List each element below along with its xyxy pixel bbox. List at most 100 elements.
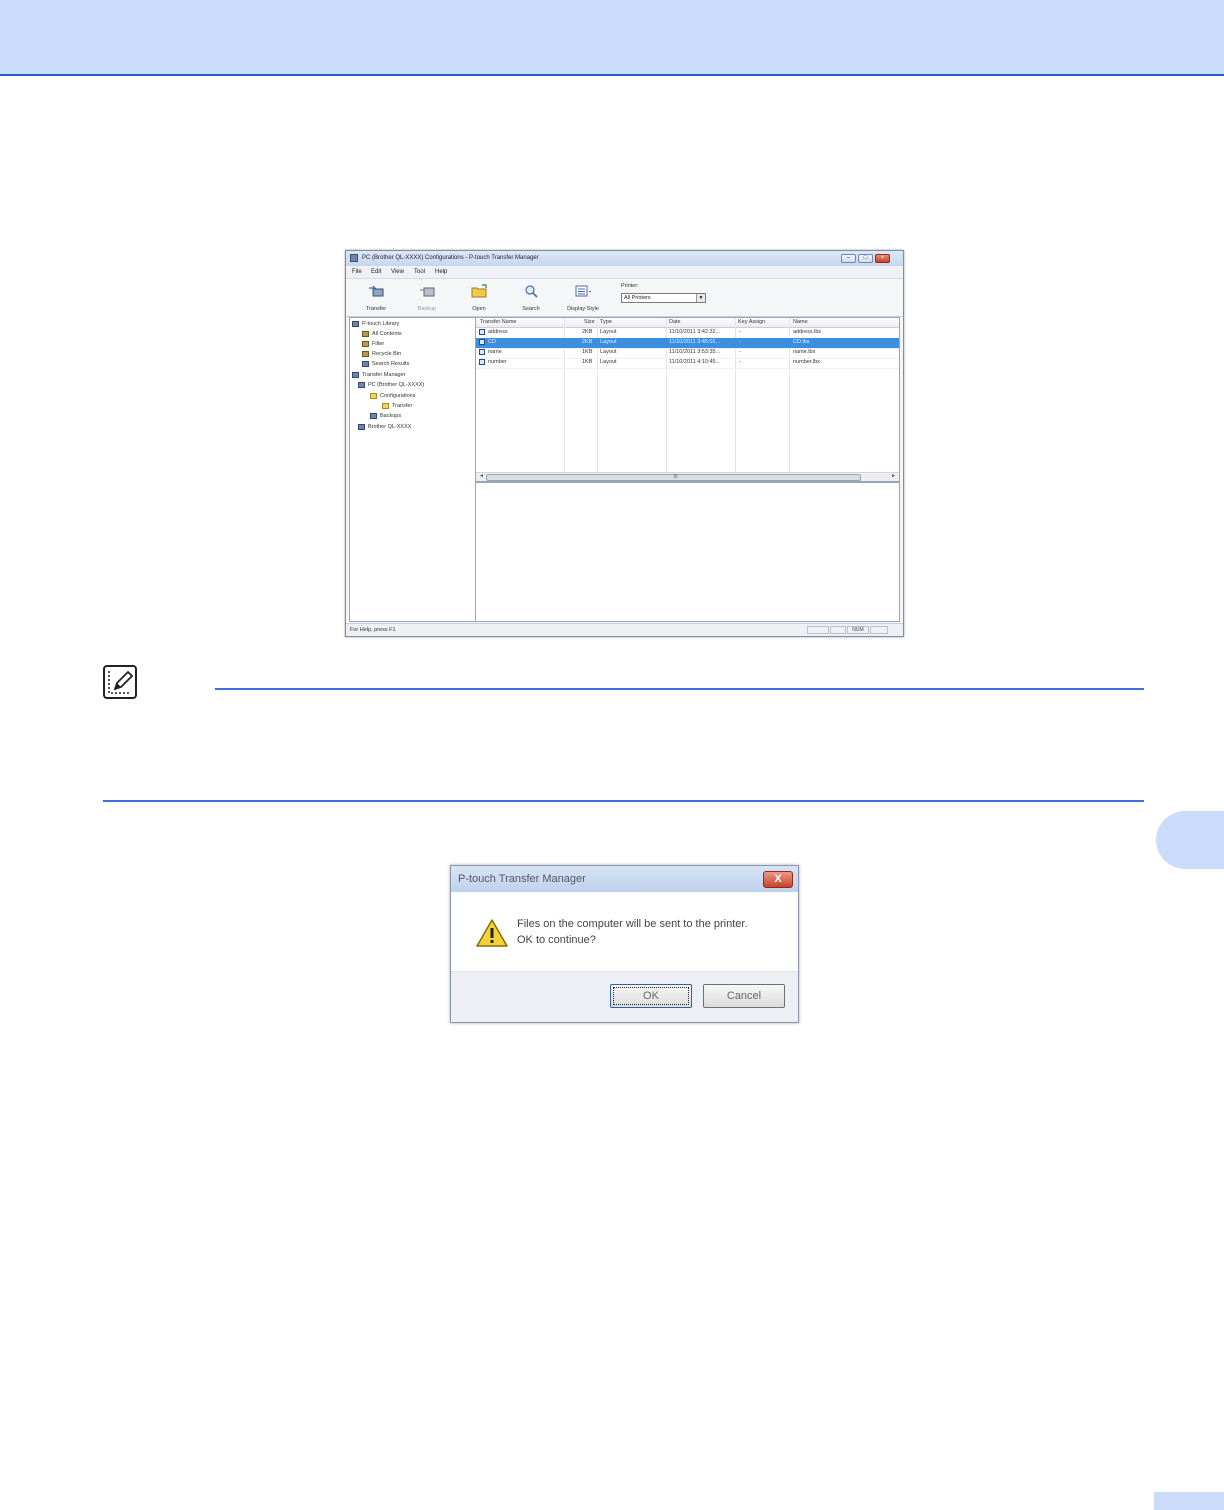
column-type[interactable]: Type xyxy=(600,319,612,325)
display-style-button[interactable]: Display Style xyxy=(563,282,603,314)
computer-icon xyxy=(358,381,365,388)
transfer-list: Transfer Name Size Type Date Key Assign … xyxy=(475,317,900,482)
menu-help[interactable]: Help xyxy=(435,269,447,275)
tree-label: Configurations xyxy=(380,393,416,399)
close-button[interactable]: × xyxy=(875,254,890,263)
dialog-titlebar: P-touch Transfer Manager X xyxy=(451,866,798,892)
cell-file-name: number.lbx xyxy=(793,359,820,365)
transfer-label: Transfer xyxy=(365,306,387,312)
cell-type: Layout xyxy=(600,329,617,335)
cell-key-assign: - xyxy=(739,339,741,345)
cell-date: 11/10/2011 3:45:01... xyxy=(669,339,721,345)
printer-icon xyxy=(358,423,365,430)
dialog-title: P-touch Transfer Manager xyxy=(458,873,586,885)
printer-select-value: All Printers xyxy=(624,295,651,301)
tree-label: Brother QL-XXXX xyxy=(368,424,412,430)
row-checkbox[interactable] xyxy=(479,349,485,355)
tree-item-all-contents[interactable]: All Contents xyxy=(362,329,402,339)
cell-file-name: CD.lbx xyxy=(793,339,810,345)
backup-button[interactable]: Backup xyxy=(407,282,447,314)
tree-item-backups[interactable]: Backups xyxy=(370,411,401,421)
printer-label: Printer: xyxy=(621,283,639,289)
menu-file[interactable]: File xyxy=(352,269,362,275)
menu-edit[interactable]: Edit xyxy=(371,269,381,275)
transfer-button[interactable]: Transfer xyxy=(356,282,396,314)
tree-item-pc[interactable]: PC (Brother QL-XXXX) xyxy=(358,380,424,390)
cancel-button[interactable]: Cancel xyxy=(703,984,785,1008)
preview-pane xyxy=(475,482,900,622)
cell-size: 1KB xyxy=(582,349,593,355)
cell-type: Layout xyxy=(600,339,617,345)
cell-date: 11/10/2011 3:53:35... xyxy=(669,349,721,355)
column-size[interactable]: Size xyxy=(584,319,595,325)
tree-item-configurations[interactable]: Configurations xyxy=(370,391,415,401)
tree-item-printer[interactable]: Brother QL-XXXX xyxy=(358,422,411,432)
tree-label: Recycle Bin xyxy=(372,351,402,357)
search-icon xyxy=(525,285,538,298)
library-icon xyxy=(352,320,359,327)
menu-tool[interactable]: Tool xyxy=(414,269,425,275)
filter-icon xyxy=(362,340,369,347)
chapter-tab xyxy=(1156,811,1224,869)
contents-icon xyxy=(362,330,369,337)
transfer-manager-window: PC (Brother QL-XXXX) Configurations - P-… xyxy=(345,250,904,637)
open-button[interactable]: Open xyxy=(459,282,499,314)
menu-view[interactable]: View xyxy=(391,269,404,275)
scroll-thumb[interactable]: III xyxy=(486,474,861,481)
scroll-left-icon[interactable]: ◄ xyxy=(479,473,484,479)
tree-label: Filter xyxy=(372,341,385,347)
printer-select[interactable]: All Printers ▼ xyxy=(621,293,706,303)
cell-transfer-name: number xyxy=(488,359,507,365)
table-row[interactable]: number 1KB Layout 11/10/2011 4:10:45... … xyxy=(476,358,899,369)
tree-item-recycle-bin[interactable]: Recycle Bin xyxy=(362,349,401,359)
recycle-bin-icon xyxy=(362,350,369,357)
tree-item-transfer-manager[interactable]: Transfer Manager xyxy=(352,370,406,380)
tree-label: Transfer Manager xyxy=(362,372,406,378)
tree-label: P-touch Library xyxy=(362,321,400,327)
backup-icon xyxy=(420,287,435,297)
status-cell xyxy=(830,626,846,634)
tree-label: All Contents xyxy=(372,331,402,337)
folder-icon xyxy=(370,392,377,399)
dialog-close-button[interactable]: X xyxy=(763,871,793,888)
status-cell xyxy=(807,626,829,634)
cell-key-assign: - xyxy=(739,359,741,365)
search-button[interactable]: Search xyxy=(511,282,551,314)
column-key-assign[interactable]: Key Assign xyxy=(738,319,765,325)
minimize-button[interactable]: – xyxy=(841,254,856,263)
status-num: NUM xyxy=(847,626,869,634)
row-checkbox[interactable] xyxy=(479,339,485,345)
column-name[interactable]: Name xyxy=(793,319,808,325)
column-date[interactable]: Date xyxy=(669,319,681,325)
page-header-band xyxy=(0,0,1224,76)
note-pencil-icon xyxy=(103,665,137,699)
transfer-manager-icon xyxy=(352,371,359,378)
maximize-button[interactable]: □ xyxy=(858,254,873,263)
cell-file-name: name.lbx xyxy=(793,349,816,355)
folder-icon xyxy=(382,402,389,409)
scroll-right-icon[interactable]: ► xyxy=(891,473,896,479)
dialog-message: Files on the computer will be sent to th… xyxy=(517,916,777,948)
row-checkbox[interactable] xyxy=(479,359,485,365)
cell-size: 1KB xyxy=(582,359,593,365)
column-transfer-name[interactable]: Transfer Name xyxy=(480,319,516,325)
display-style-label: Display Style xyxy=(567,306,599,312)
window-titlebar: PC (Brother QL-XXXX) Configurations - P-… xyxy=(346,251,903,266)
page-number-tab xyxy=(1154,1492,1224,1510)
pencil-icon xyxy=(108,670,134,694)
cell-date: 11/10/2011 3:42:32... xyxy=(669,329,721,335)
tree-item-search-results[interactable]: Search Results xyxy=(362,359,409,369)
ok-button[interactable]: OK xyxy=(610,984,692,1008)
dialog-footer: OK Cancel xyxy=(451,971,798,1022)
status-bar: For Help, press F1 NUM xyxy=(346,623,903,636)
cell-size: 2KB xyxy=(582,329,593,335)
tree-item-ptouch-library[interactable]: P-touch Library xyxy=(352,319,399,329)
chevron-down-icon: ▼ xyxy=(696,294,705,302)
tree-item-transfer[interactable]: Transfer xyxy=(382,401,412,411)
display-style-icon xyxy=(575,285,591,297)
row-checkbox[interactable] xyxy=(479,329,485,335)
tree-item-filter[interactable]: Filter xyxy=(362,339,384,349)
open-label: Open xyxy=(472,306,486,312)
horizontal-scrollbar[interactable]: ◄ III ► xyxy=(476,472,899,481)
dialog-message-line1: Files on the computer will be sent to th… xyxy=(517,918,748,930)
